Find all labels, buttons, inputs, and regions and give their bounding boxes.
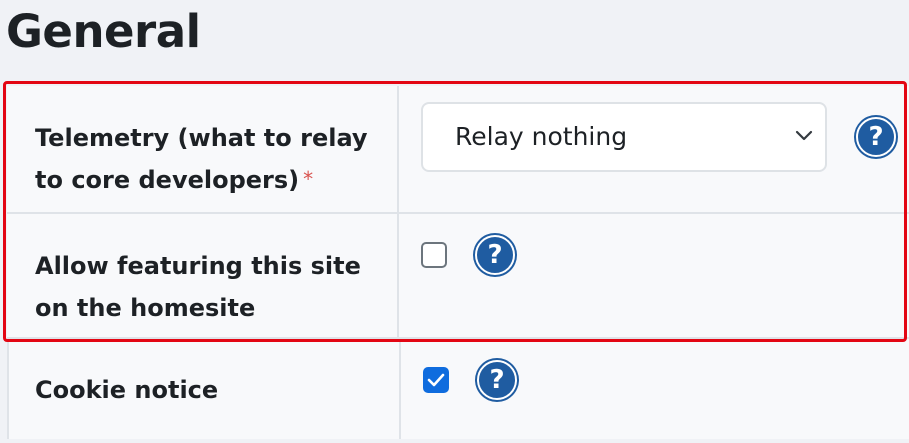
- telemetry-control-cell: Relay nothing ?: [399, 86, 909, 212]
- cookie-help-icon[interactable]: ?: [477, 360, 517, 400]
- cookie-label: Cookie notice: [9, 339, 401, 439]
- featuring-help-icon[interactable]: ?: [475, 235, 515, 275]
- cookie-checkbox[interactable]: [423, 367, 449, 393]
- telemetry-select-value: Relay nothing: [455, 122, 628, 151]
- checkmark-icon: [427, 373, 445, 387]
- telemetry-label-line2: to core developers): [35, 166, 300, 194]
- telemetry-label-line2-wrap: to core developers) *: [35, 159, 397, 202]
- featuring-checkbox[interactable]: [421, 242, 447, 268]
- required-indicator: *: [303, 167, 314, 191]
- page-title: General: [6, 5, 201, 58]
- featuring-label-line1: Allow featuring this site: [35, 252, 361, 280]
- featuring-label: Allow featuring this site on the homesit…: [7, 214, 399, 337]
- cookie-control-cell: ?: [401, 339, 909, 439]
- featuring-control-cell: ?: [399, 214, 909, 337]
- featuring-label-line2: on the homesite: [35, 294, 256, 322]
- telemetry-label-line1: Telemetry (what to relay: [35, 124, 368, 152]
- setting-row-featuring: Allow featuring this site on the homesit…: [7, 214, 909, 339]
- telemetry-help-icon[interactable]: ?: [856, 117, 896, 157]
- chevron-down-icon: [795, 130, 813, 141]
- setting-row-cookie: Cookie notice ?: [7, 339, 909, 439]
- settings-table: Telemetry (what to relay to core develop…: [7, 86, 909, 439]
- setting-row-telemetry: Telemetry (what to relay to core develop…: [7, 86, 909, 214]
- telemetry-label: Telemetry (what to relay to core develop…: [7, 86, 399, 212]
- telemetry-select[interactable]: Relay nothing: [421, 102, 827, 172]
